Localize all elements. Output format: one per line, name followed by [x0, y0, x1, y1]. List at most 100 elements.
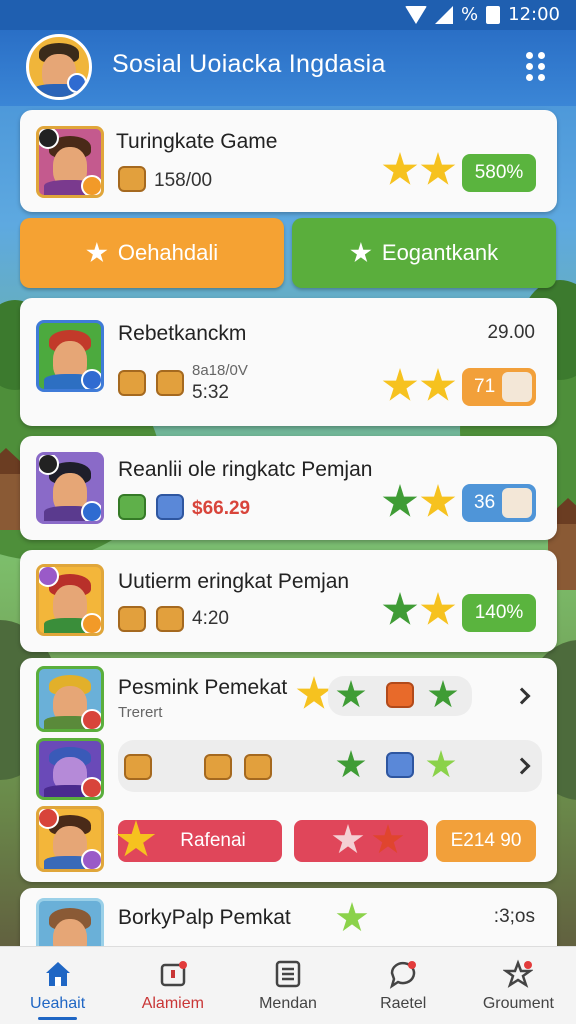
- star-icon: [420, 368, 456, 401]
- star-icon: [382, 368, 418, 401]
- item-icon: [118, 494, 146, 520]
- coin-icon: [118, 166, 146, 192]
- player-avatar: [36, 564, 104, 636]
- action-right-button[interactable]: Eogantkank: [292, 218, 556, 288]
- points-value: 158/00: [154, 170, 213, 191]
- item-icon: [124, 754, 152, 780]
- gift-icon: [386, 682, 414, 708]
- star-icon: [332, 824, 364, 854]
- app-header: Sosial Uoiacka Ingdasia: [0, 30, 576, 106]
- star-icon: [86, 242, 108, 263]
- player-avatar: [36, 452, 104, 524]
- badge-icon: [39, 455, 59, 475]
- badge-icon: [81, 777, 101, 797]
- card-title: Reanlii ole ringkatc Pemjan: [118, 458, 373, 481]
- star-icon: [116, 820, 156, 857]
- card-title: Pesmink Pemekat: [118, 676, 288, 699]
- status-time: 12:00: [508, 4, 560, 25]
- action-left-label: Oehahdali: [117, 240, 219, 265]
- nav-label: Raetel: [380, 995, 427, 1012]
- nav-label: Ueahait: [30, 995, 86, 1012]
- list-item[interactable]: Rebetkanckm 29.00 8a18/0V 5:32 71: [20, 298, 557, 426]
- badge-icon: [39, 809, 59, 829]
- score-badge: 36: [462, 484, 536, 522]
- stars-button[interactable]: [294, 820, 428, 862]
- chevron-right-icon[interactable]: [513, 687, 531, 705]
- badge-icon: [39, 567, 59, 587]
- badge-icon: [81, 501, 101, 521]
- item-icon: [386, 752, 414, 778]
- status-bar: % 12:00: [0, 0, 576, 30]
- card-price: $66.29: [192, 498, 251, 519]
- action-left-button[interactable]: Oehahdali: [20, 218, 284, 288]
- list-icon: [275, 960, 301, 988]
- badge-icon: [81, 175, 101, 195]
- wifi-icon: [405, 5, 428, 24]
- nav-home[interactable]: Ueahait: [0, 947, 115, 1024]
- bottom-nav: Ueahait Alamiem Mendan Raetel Groument: [0, 946, 576, 1024]
- nav-label: Alamiem: [141, 995, 204, 1012]
- battery-percent: %: [461, 4, 479, 25]
- card-title: Uutierm eringkat Pemjan: [118, 570, 350, 593]
- card-title: Turingkate Game: [116, 130, 278, 153]
- star-icon: [296, 676, 332, 709]
- reward-button-label: Rafenai: [180, 830, 246, 851]
- group-card[interactable]: Pesmink Pemekat Trerert Rafenai E214 90: [20, 658, 557, 882]
- item-row-track[interactable]: [118, 740, 542, 792]
- gem-icon: [502, 488, 532, 518]
- nav-list[interactable]: Mendan: [230, 947, 345, 1024]
- percent-badge: 580%: [462, 154, 536, 192]
- star-icon: [420, 152, 456, 185]
- star-icon: [382, 484, 418, 517]
- profile-badge-icon: [67, 73, 87, 93]
- star-icon: [372, 824, 404, 854]
- star-icon: [420, 484, 456, 517]
- battery-icon: [486, 5, 501, 24]
- score-value: 71: [474, 376, 496, 397]
- player-avatar: [36, 320, 104, 392]
- item-icon: [244, 754, 272, 780]
- nav-label: Mendan: [259, 995, 317, 1012]
- fire-icon: [502, 372, 532, 402]
- nav-chat[interactable]: Raetel: [346, 947, 461, 1024]
- player-avatar: [36, 806, 104, 872]
- home-icon: [45, 962, 70, 986]
- badge-icon: [81, 369, 101, 389]
- percent-badge: 140%: [462, 594, 536, 632]
- chat-icon: [390, 961, 417, 989]
- top-game-card[interactable]: Turingkate Game 158/00 580%: [20, 110, 557, 212]
- score-badge: 71: [462, 368, 536, 406]
- item-icon: [118, 606, 146, 632]
- profile-avatar[interactable]: [26, 34, 92, 100]
- badge-icon: [81, 613, 101, 633]
- player-avatar: [36, 738, 104, 800]
- card-subtext: 8a18/0V: [192, 362, 248, 379]
- nav-label: Groument: [482, 995, 554, 1012]
- item-icon: [118, 370, 146, 396]
- badge-icon: [81, 709, 101, 729]
- list-item[interactable]: Reanlii ole ringkatc Pemjan $66.29 36: [20, 436, 557, 540]
- reward-button[interactable]: Rafenai: [116, 820, 282, 862]
- action-right-label: Eogantkank: [381, 240, 499, 265]
- nav-group[interactable]: Groument: [461, 947, 576, 1024]
- star-icon: [382, 152, 418, 185]
- card-value: 29.00: [487, 322, 535, 343]
- star-icon: [420, 592, 456, 625]
- star-icon: [382, 592, 418, 625]
- card-time: 5:32: [192, 382, 229, 403]
- nav-alerts[interactable]: Alamiem: [115, 947, 230, 1024]
- score-value: 36: [474, 492, 496, 513]
- card-value: :3;os: [493, 906, 535, 927]
- signal-icon: [435, 5, 454, 24]
- star-icon: [350, 242, 372, 263]
- more-menu-icon[interactable]: [526, 52, 546, 82]
- card-title: Rebetkanckm: [118, 322, 247, 345]
- item-icon: [156, 494, 184, 520]
- price-button[interactable]: E214 90: [436, 820, 536, 862]
- alert-icon: [160, 961, 187, 987]
- card-title: BorkyPalp Pemkat: [118, 906, 291, 929]
- list-item[interactable]: Uutierm eringkat Pemjan 4:20 140%: [20, 550, 557, 652]
- badge-icon: [39, 129, 59, 149]
- item-icon: [204, 754, 232, 780]
- card-time: 4:20: [192, 608, 229, 629]
